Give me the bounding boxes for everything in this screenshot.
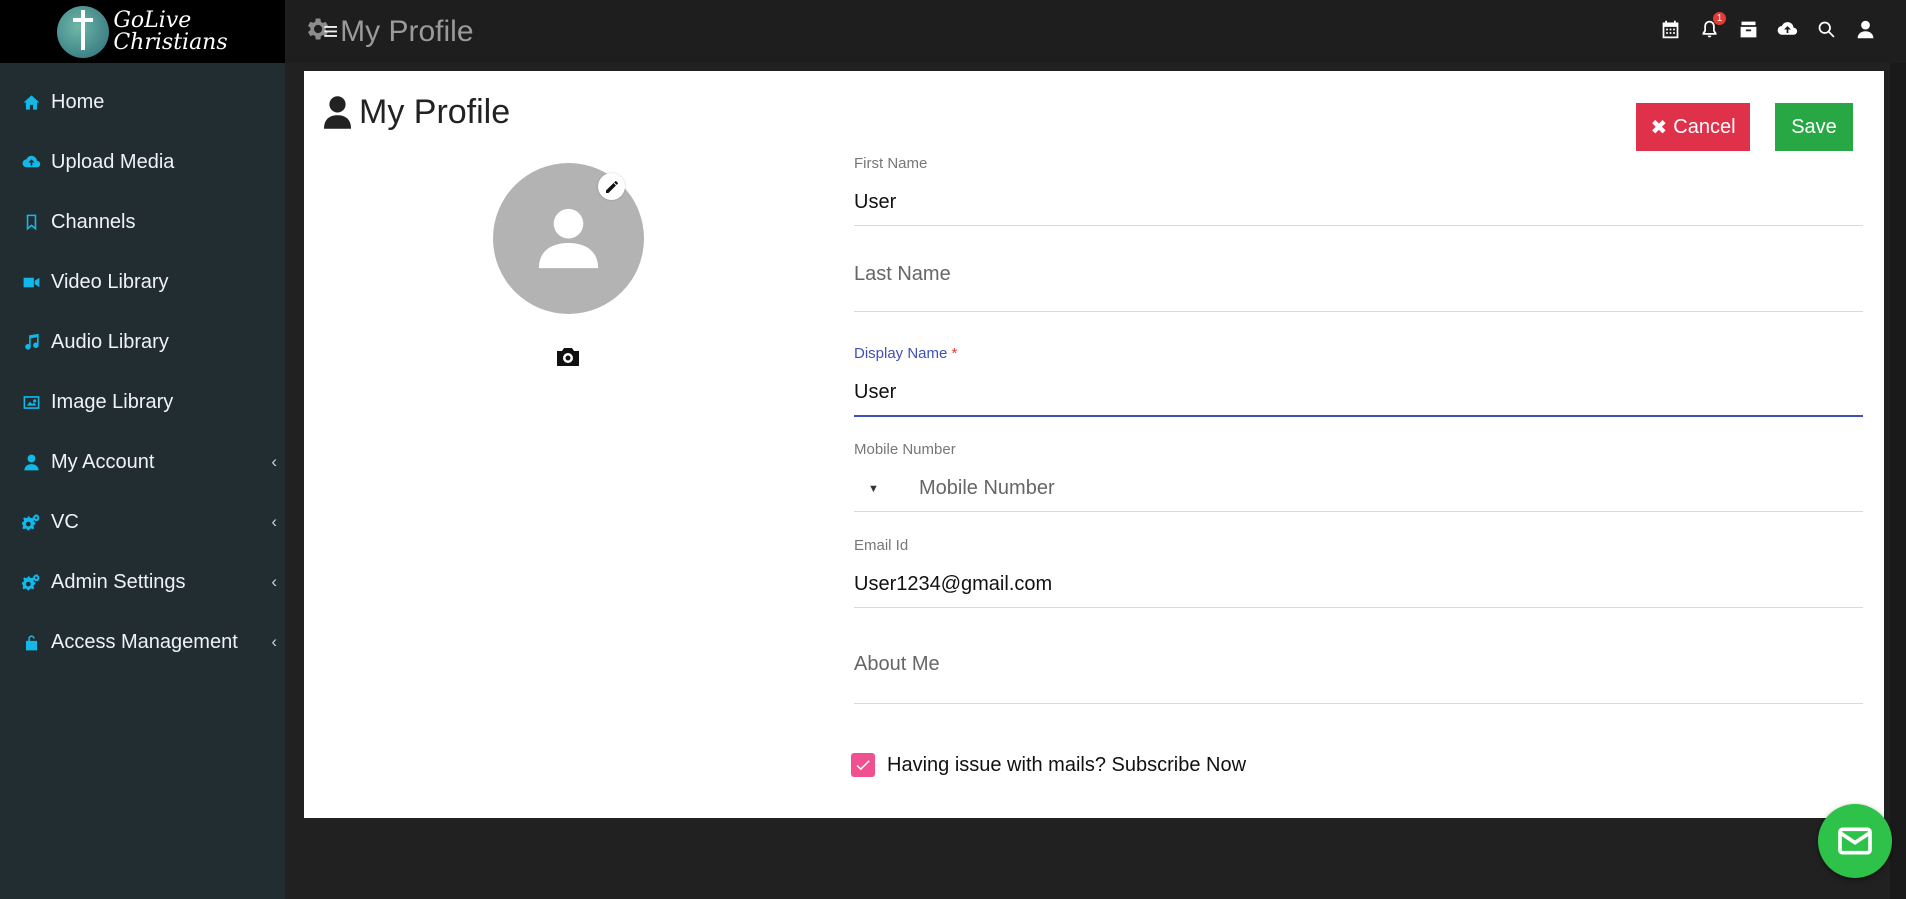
first-name-field: First Name — [854, 155, 1863, 226]
inbox-icon[interactable] — [1737, 18, 1759, 40]
display-name-input[interactable] — [854, 381, 1863, 404]
about-me-input[interactable] — [854, 653, 1863, 676]
edit-avatar-button[interactable] — [598, 173, 625, 200]
sidebar-item-admin-settings[interactable]: Admin Settings ‹ — [0, 552, 285, 612]
gears-icon — [20, 572, 42, 592]
sidebar-item-label: Home — [51, 90, 105, 113]
mail-icon — [1838, 827, 1872, 855]
video-camera-icon — [20, 272, 42, 292]
profile-card: My Profile ✖ Cancel Save First Name Disp… — [304, 71, 1884, 818]
notification-badge: 1 — [1713, 12, 1726, 25]
sidebar-item-access-management[interactable]: Access Management ‹ — [0, 612, 285, 672]
camera-icon — [557, 348, 579, 366]
sidebar-nav: Home Upload Media Channels Video Library… — [0, 63, 285, 672]
sidebar-item-audio-library[interactable]: Audio Library — [0, 312, 285, 372]
logo-globe-icon — [57, 5, 110, 58]
page-scrollbar[interactable] — [1890, 63, 1906, 899]
topbar-actions: 1 — [1659, 12, 1876, 40]
lock-icon — [20, 632, 42, 652]
topbar-title-area: ≡ My Profile — [303, 15, 474, 49]
brand-name: GoLive Christians — [113, 7, 228, 55]
mobile-number-field: Mobile Number ▼ — [854, 441, 1863, 512]
user-icon — [324, 96, 351, 129]
cloud-upload-icon[interactable] — [1776, 18, 1798, 40]
mail-button[interactable] — [1818, 804, 1892, 878]
chevron-left-icon: ‹ — [271, 512, 277, 531]
sidebar-item-label: Admin Settings — [51, 570, 186, 593]
avatar-placeholder-icon — [538, 208, 599, 269]
brand-logo[interactable]: GoLive Christians — [0, 0, 285, 63]
display-name-label: Display Name * — [854, 345, 958, 362]
email-input[interactable] — [854, 573, 1863, 596]
chevron-left-icon: ‹ — [271, 572, 277, 591]
about-me-field — [854, 631, 1863, 704]
page-title: My Profile — [340, 14, 474, 48]
sidebar-item-vc[interactable]: VC ‹ — [0, 492, 285, 552]
subscribe-checkbox[interactable] — [851, 753, 875, 777]
pencil-icon — [605, 180, 618, 193]
mobile-number-input[interactable] — [919, 477, 1859, 500]
chevron-left-icon: ‹ — [271, 632, 277, 651]
sidebar-item-label: Upload Media — [51, 150, 175, 173]
sidebar-item-home[interactable]: Home — [0, 72, 285, 132]
display-name-field: Display Name * — [854, 345, 1863, 417]
search-icon[interactable] — [1815, 18, 1837, 40]
sidebar: GoLive Christians Home Upload Media Chan… — [0, 0, 285, 899]
gears-icon — [20, 512, 42, 532]
check-icon — [856, 760, 870, 771]
sidebar-item-label: My Account — [51, 450, 155, 473]
hamburger-menu-icon[interactable]: ≡ — [323, 16, 338, 47]
sidebar-item-channels[interactable]: Channels — [0, 192, 285, 252]
sidebar-item-video-library[interactable]: Video Library — [0, 252, 285, 312]
sidebar-item-label: Channels — [51, 210, 136, 233]
last-name-input[interactable] — [854, 263, 1863, 286]
first-name-input[interactable] — [854, 191, 1863, 214]
sidebar-item-my-account[interactable]: My Account ‹ — [0, 432, 285, 492]
image-icon — [20, 392, 42, 412]
subscribe-checkbox-row[interactable]: Having issue with mails? Subscribe Now — [851, 753, 1246, 777]
cancel-button[interactable]: ✖ Cancel — [1636, 103, 1750, 151]
first-name-label: First Name — [854, 155, 928, 172]
cloud-upload-icon — [20, 152, 42, 172]
music-note-icon — [20, 332, 42, 352]
required-mark: * — [951, 345, 958, 362]
country-code-dropdown[interactable]: ▼ — [868, 483, 879, 495]
camera-button[interactable] — [556, 347, 580, 367]
subscribe-label: Having issue with mails? Subscribe Now — [887, 753, 1247, 776]
save-button[interactable]: Save — [1775, 103, 1853, 151]
user-icon — [20, 452, 42, 472]
card-title: My Profile — [324, 93, 510, 132]
last-name-field — [854, 241, 1863, 312]
calendar-icon[interactable] — [1659, 18, 1681, 40]
top-bar: ≡ My Profile 1 — [285, 0, 1906, 63]
chevron-left-icon: ‹ — [271, 452, 277, 471]
sidebar-item-label: Image Library — [51, 390, 174, 413]
sidebar-item-label: VC — [51, 510, 79, 533]
user-icon[interactable] — [1854, 18, 1876, 40]
email-field: Email Id — [854, 537, 1863, 608]
home-icon — [20, 92, 42, 112]
sidebar-item-image-library[interactable]: Image Library — [0, 372, 285, 432]
bookmark-icon — [20, 212, 42, 232]
close-icon: ✖ — [1650, 116, 1668, 139]
bell-icon[interactable]: 1 — [1698, 12, 1726, 40]
email-label: Email Id — [854, 537, 909, 554]
sidebar-item-label: Audio Library — [51, 330, 169, 353]
sidebar-item-upload-media[interactable]: Upload Media — [0, 132, 285, 192]
sidebar-item-label: Access Management — [51, 630, 238, 653]
sidebar-item-label: Video Library — [51, 270, 169, 293]
mobile-number-label: Mobile Number — [854, 441, 956, 458]
